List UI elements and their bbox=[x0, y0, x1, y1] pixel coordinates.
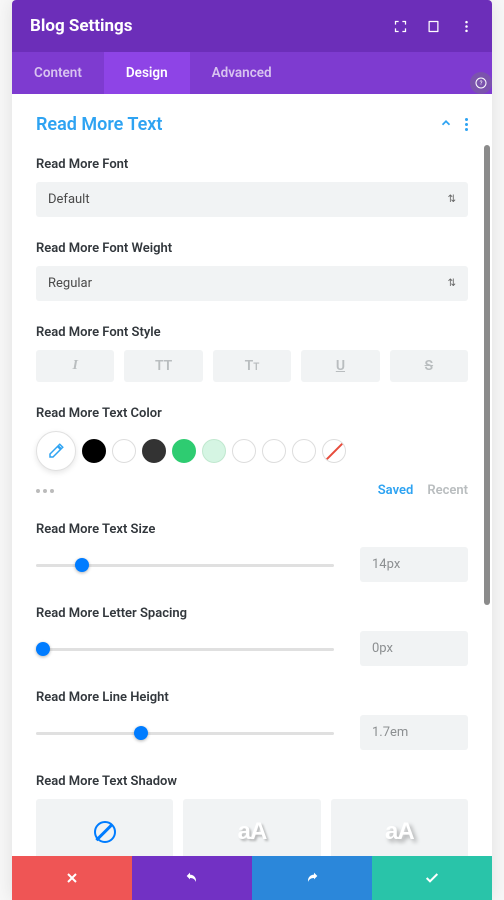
color-swatch-darkgray[interactable] bbox=[142, 439, 166, 463]
spacing-label: Read More Letter Spacing bbox=[36, 606, 468, 621]
color-swatch-lightgreen[interactable] bbox=[202, 439, 226, 463]
panel-title: Blog Settings bbox=[30, 16, 133, 36]
color-tab-saved[interactable]: Saved bbox=[378, 483, 414, 498]
style-strikethrough-button[interactable]: S bbox=[390, 350, 468, 382]
redo-icon bbox=[304, 870, 320, 886]
style-underline-button[interactable]: U bbox=[301, 350, 379, 382]
color-swatch-black[interactable] bbox=[82, 439, 106, 463]
color-swatch-white[interactable] bbox=[112, 439, 136, 463]
none-icon bbox=[94, 821, 116, 843]
cancel-button[interactable] bbox=[12, 856, 132, 900]
weight-label: Read More Font Weight bbox=[36, 241, 468, 256]
tab-design[interactable]: Design bbox=[104, 52, 190, 94]
weight-value: Regular bbox=[48, 276, 92, 291]
check-icon bbox=[424, 870, 440, 886]
tab-content[interactable]: Content bbox=[12, 52, 104, 94]
shadow-label: Read More Text Shadow bbox=[36, 774, 468, 789]
color-swatch-none[interactable] bbox=[322, 439, 346, 463]
select-caret-icon: ⇅ bbox=[448, 278, 456, 289]
section-actions bbox=[439, 116, 468, 134]
content-scroll[interactable]: Read More Text Read More Font Default ⇅ … bbox=[12, 94, 492, 856]
shadow-preset-none[interactable] bbox=[36, 799, 173, 856]
undo-button[interactable] bbox=[132, 856, 252, 900]
field-spacing: Read More Letter Spacing 0px bbox=[36, 606, 468, 666]
spacing-value[interactable]: 0px bbox=[360, 631, 468, 666]
spacing-slider[interactable] bbox=[36, 639, 334, 659]
redo-button[interactable] bbox=[252, 856, 372, 900]
close-icon bbox=[64, 870, 80, 886]
undo-icon bbox=[184, 870, 200, 886]
font-label: Read More Font bbox=[36, 157, 468, 172]
style-italic-button[interactable]: I bbox=[36, 350, 114, 382]
header-actions bbox=[393, 19, 474, 34]
select-caret-icon: ⇅ bbox=[448, 194, 456, 205]
field-size: Read More Text Size 14px bbox=[36, 522, 468, 582]
color-tab-recent[interactable]: Recent bbox=[427, 483, 468, 498]
tab-advanced[interactable]: Advanced bbox=[190, 52, 294, 94]
lineheight-label: Read More Line Height bbox=[36, 690, 468, 705]
save-button[interactable] bbox=[372, 856, 492, 900]
panel-header: Blog Settings bbox=[12, 0, 492, 52]
font-value: Default bbox=[48, 192, 90, 207]
weight-select[interactable]: Regular ⇅ bbox=[36, 266, 468, 301]
expand-icon[interactable] bbox=[393, 19, 408, 34]
field-font: Read More Font Default ⇅ bbox=[36, 157, 468, 217]
svg-text:?: ? bbox=[480, 80, 483, 87]
section-title[interactable]: Read More Text bbox=[36, 114, 162, 135]
more-menu-icon[interactable] bbox=[459, 19, 474, 34]
collapse-icon[interactable] bbox=[439, 116, 453, 134]
color-swatch-empty[interactable] bbox=[232, 439, 256, 463]
color-picker-button[interactable] bbox=[36, 431, 76, 471]
font-select[interactable]: Default ⇅ bbox=[36, 182, 468, 217]
lineheight-value[interactable]: 1.7em bbox=[360, 715, 468, 750]
field-color: Read More Text Color Saved Rece bbox=[36, 406, 468, 498]
color-more-icon[interactable] bbox=[36, 489, 54, 493]
settings-panel: Blog Settings Content Design Advanced ? … bbox=[12, 0, 492, 900]
section-more-icon[interactable] bbox=[465, 118, 468, 131]
footer-actions bbox=[12, 856, 492, 900]
section-header: Read More Text bbox=[36, 114, 468, 135]
size-slider[interactable] bbox=[36, 555, 334, 575]
size-label: Read More Text Size bbox=[36, 522, 468, 537]
lineheight-slider[interactable] bbox=[36, 723, 334, 743]
tablet-icon[interactable] bbox=[426, 19, 441, 34]
style-smallcaps-button[interactable]: TT bbox=[213, 350, 291, 382]
shadow-preset-1[interactable]: aA bbox=[183, 799, 320, 856]
field-weight: Read More Font Weight Regular ⇅ bbox=[36, 241, 468, 301]
color-swatch-green[interactable] bbox=[172, 439, 196, 463]
field-shadow: Read More Text Shadow aA aA aA aA aA bbox=[36, 774, 468, 856]
eyedropper-icon bbox=[47, 442, 65, 460]
field-style: Read More Font Style I TT TT U S bbox=[36, 325, 468, 382]
style-label: Read More Font Style bbox=[36, 325, 468, 340]
color-swatch-empty[interactable] bbox=[262, 439, 286, 463]
scrollbar[interactable] bbox=[484, 145, 490, 605]
shadow-preset-2[interactable]: aA bbox=[331, 799, 468, 856]
style-uppercase-button[interactable]: TT bbox=[124, 350, 202, 382]
color-label: Read More Text Color bbox=[36, 406, 468, 421]
tabs-bar: Content Design Advanced bbox=[12, 52, 492, 94]
help-bubble-icon[interactable]: ? bbox=[470, 72, 492, 94]
field-lineheight: Read More Line Height 1.7em bbox=[36, 690, 468, 750]
color-swatch-empty[interactable] bbox=[292, 439, 316, 463]
size-value[interactable]: 14px bbox=[360, 547, 468, 582]
